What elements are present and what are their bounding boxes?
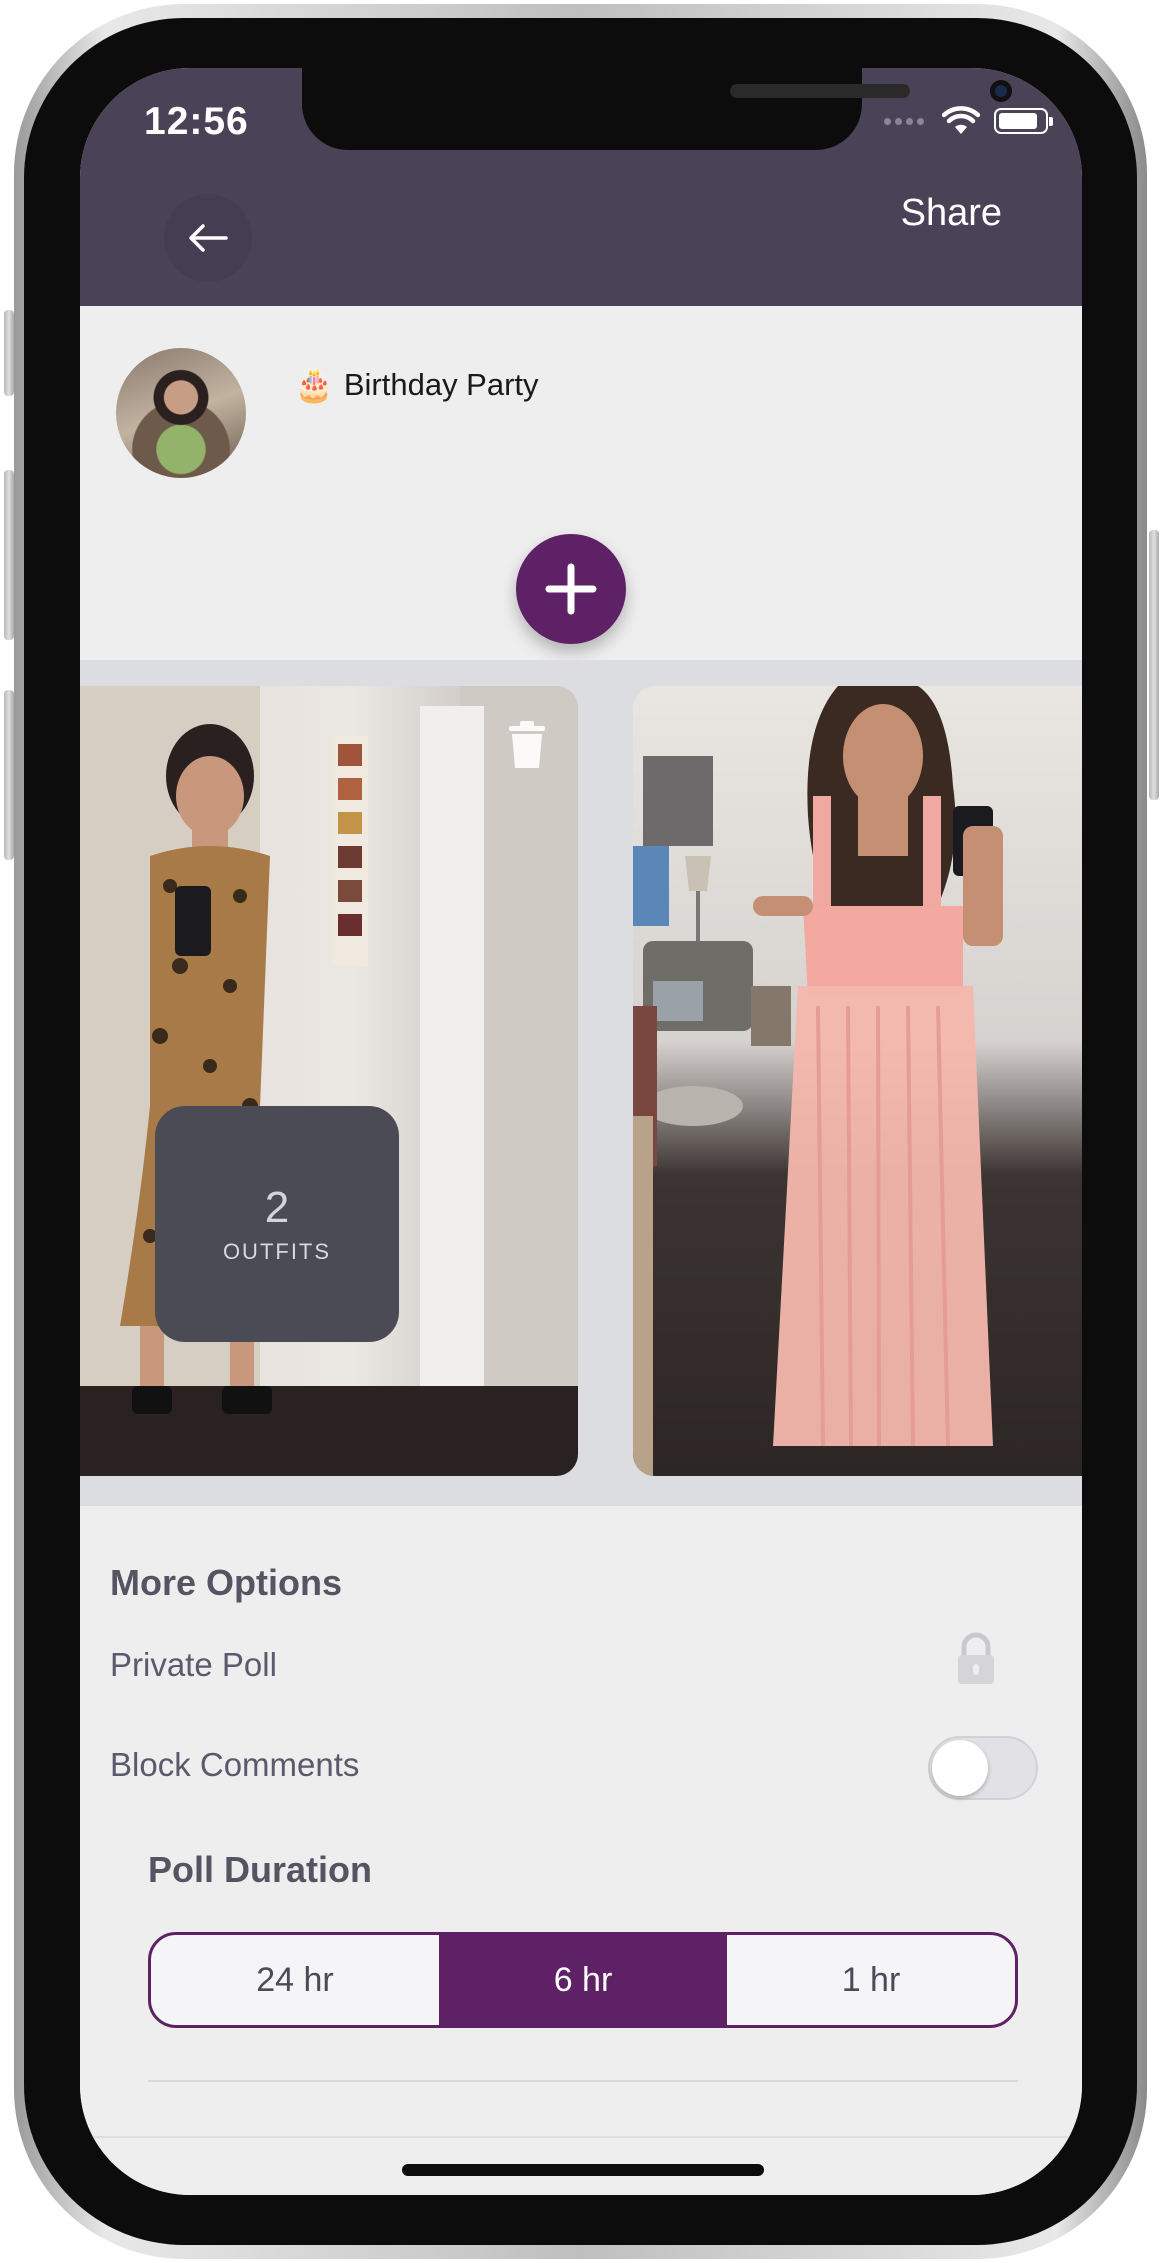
front-camera	[990, 80, 1012, 102]
bottom-divider	[80, 2136, 1082, 2138]
duration-option-1hr[interactable]: 1 hr	[727, 1935, 1015, 2025]
outfit-gallery[interactable]: 2 OUTFITS	[80, 660, 1082, 1506]
outfits-label: OUTFITS	[222, 1239, 332, 1264]
plus-icon	[545, 563, 597, 615]
screen: 12:56 Share 🎂 Birthday Party 2 OUTFITS M…	[80, 68, 1082, 2195]
outfits-count: 2	[264, 1183, 290, 1232]
private-poll-label: Private Poll	[110, 1646, 277, 1683]
status-icons	[884, 106, 1053, 136]
status-time: 12:56	[144, 100, 249, 143]
speaker	[730, 84, 910, 98]
post-title: 🎂 Birthday Party	[294, 366, 539, 404]
poll-duration-heading: Poll Duration	[148, 1849, 372, 1890]
avatar[interactable]	[116, 348, 246, 478]
power-button	[1149, 530, 1159, 800]
wifi-icon	[942, 106, 980, 134]
lock-icon[interactable]	[954, 1632, 998, 1686]
block-comments-label: Block Comments	[110, 1746, 360, 1783]
trash-icon[interactable]	[505, 718, 549, 770]
duration-option-6hr[interactable]: 6 hr	[439, 1935, 727, 2025]
more-options-section: More Options Private Poll Block Comments…	[80, 1506, 1082, 2195]
block-comments-toggle[interactable]	[928, 1736, 1038, 1800]
volume-up-button	[4, 470, 14, 640]
volume-down-button	[4, 690, 14, 860]
arrow-left-icon	[189, 224, 228, 252]
post-header: 🎂 Birthday Party	[80, 306, 1082, 660]
battery-icon	[994, 108, 1053, 134]
add-outfit-button[interactable]	[516, 534, 626, 644]
mirror-selfie-illustration	[633, 686, 1003, 1476]
more-options-heading: More Options	[110, 1562, 342, 1603]
cake-icon: 🎂	[294, 367, 334, 403]
notch	[302, 68, 1012, 150]
section-divider	[148, 2080, 1018, 2082]
event-title: Birthday Party	[343, 367, 539, 402]
mirror-selfie-illustration	[80, 686, 578, 1476]
toggle-knob	[932, 1740, 988, 1796]
signal-icon	[884, 112, 928, 130]
duration-option-24hr[interactable]: 24 hr	[151, 1935, 439, 2025]
outfits-count-badge[interactable]: 2 OUTFITS	[155, 1106, 399, 1342]
share-button[interactable]: Share	[901, 192, 1002, 235]
home-indicator[interactable]	[402, 2164, 764, 2176]
nav-header: 12:56 Share	[80, 68, 1082, 306]
mute-switch	[4, 310, 14, 396]
outfit-photo-leopard-dress[interactable]: 2 OUTFITS	[80, 686, 578, 1476]
poll-duration-selector: 24 hr 6 hr 1 hr	[148, 1932, 1018, 2028]
back-button[interactable]	[164, 194, 252, 282]
outfit-photo-pink-fringe-dress[interactable]	[633, 686, 1082, 1476]
